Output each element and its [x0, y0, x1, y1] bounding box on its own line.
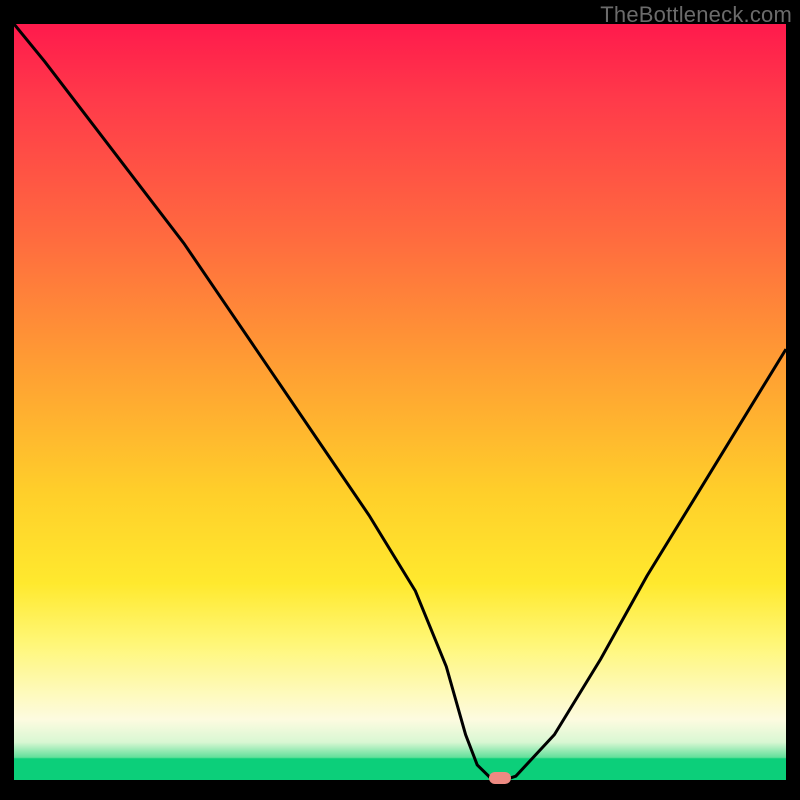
chart-container: TheBottleneck.com: [0, 0, 800, 800]
watermark-text: TheBottleneck.com: [600, 2, 792, 28]
plot-frame: [14, 24, 786, 786]
curve-path: [14, 24, 786, 780]
optimal-point-marker: [489, 772, 511, 784]
bottleneck-curve: [14, 24, 786, 780]
